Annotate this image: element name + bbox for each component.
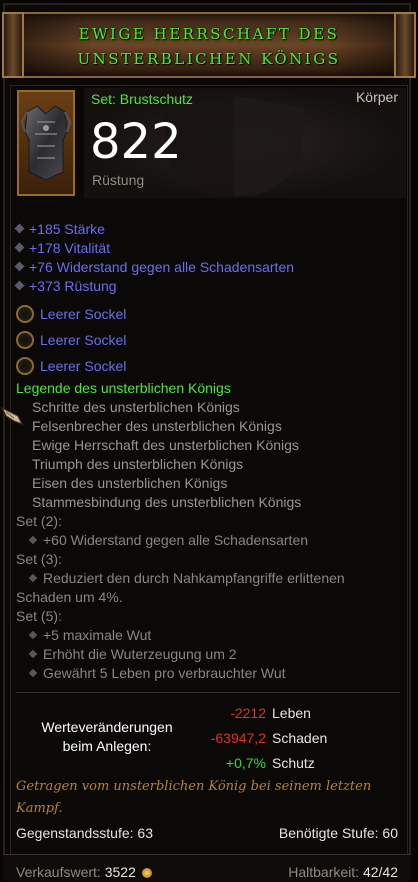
socket-icon	[16, 305, 34, 323]
stat-text: +373 Rüstung	[29, 278, 117, 294]
set-name: Legende des unsterblichen Königs	[16, 380, 231, 396]
set-bonus-text: +5 maximale Wut	[43, 627, 152, 643]
stat-change-name: Schutz	[272, 755, 315, 771]
bullet-icon	[14, 280, 25, 291]
socket-label: Leerer Sockel	[40, 306, 127, 322]
set-bonus-line: +5 maximale Wut	[28, 627, 152, 643]
gauntlet-cursor-icon	[0, 406, 24, 426]
set-item: Felsenbrecher des unsterblichen Königs	[32, 418, 282, 434]
stat-text: +185 Stärke	[29, 221, 105, 237]
stat-change-label-line-1: Werteveränderungen	[41, 719, 173, 735]
item-icon-slot[interactable]	[17, 90, 75, 196]
empty-socket: Leerer Sockel	[16, 331, 126, 349]
stat-line: +76 Widerstand gegen alle Schadensarten	[14, 259, 295, 275]
bullet-icon	[28, 668, 38, 678]
bullet-icon	[28, 535, 38, 545]
sell-value: Verkaufswert: 3522	[16, 864, 152, 880]
set-bonus-2-label: Set (2):	[16, 513, 62, 529]
set-item: Schritte des unsterblichen Königs	[32, 399, 240, 415]
armor-label: Rüstung	[92, 172, 145, 188]
set-bonus-text: +60 Widerstand gegen alle Schadensarten	[43, 532, 309, 548]
set-bonus-text: Erhöht die Wuterzeugung um 2	[43, 646, 237, 662]
stat-line: +185 Stärke	[14, 221, 105, 237]
item-level: Gegenstandsstufe: 63	[16, 825, 153, 841]
item-title-banner: EWIGE HERRSCHAFT DES UNSTERBLICHEN KÖNIG…	[2, 12, 416, 78]
bullet-icon	[28, 573, 38, 583]
required-level: Benötigte Stufe: 60	[278, 825, 398, 841]
bullet-icon	[14, 242, 25, 253]
durability-value: 42/42	[362, 864, 398, 880]
item-title-line-1: EWIGE HERRSCHAFT DES	[78, 25, 340, 43]
set-item: Ewige Herrschaft des unsterblichen König…	[32, 437, 299, 453]
gold-coin-icon	[141, 868, 152, 878]
stat-line: +178 Vitalität	[14, 240, 111, 256]
item-slot: Körper	[355, 89, 398, 105]
set-bonus-5-label: Set (5):	[16, 608, 62, 624]
stat-change-value: -2212	[230, 705, 266, 721]
socket-label: Leerer Sockel	[40, 358, 127, 374]
item-title-line-2: UNSTERBLICHEN KÖNIGS	[77, 50, 341, 68]
bullet-icon	[14, 223, 25, 234]
set-bonus-line: Reduziert den durch Nahkampfangriffe erl…	[28, 570, 345, 586]
set-bonus-line: Gewährt 5 Leben pro verbrauchter Wut	[28, 665, 286, 681]
socket-icon	[16, 357, 34, 375]
item-type: Set: Brustschutz	[91, 91, 193, 107]
durability: Haltbarkeit: 42/42	[288, 864, 398, 880]
sell-value-label: Verkaufswert:	[16, 864, 101, 880]
bullet-icon	[28, 649, 38, 659]
armor-value: 822	[90, 114, 182, 170]
stat-change-value: -63947,2	[210, 730, 266, 746]
stat-change-label-line-2: beim Anlegen:	[62, 738, 152, 754]
chest-armor-icon	[20, 105, 72, 181]
empty-socket: Leerer Sockel	[16, 305, 126, 323]
divider	[16, 692, 400, 693]
flavor-text: Getragen vom unsterblichen König bei sei…	[16, 779, 372, 816]
set-item: Eisen des unsterblichen Königs	[32, 475, 228, 491]
durability-label: Haltbarkeit:	[288, 864, 360, 880]
set-bonus-text: Gewährt 5 Leben pro verbrauchter Wut	[43, 665, 286, 681]
set-item: Triumph des unsterblichen Königs	[32, 456, 244, 472]
sell-value-amount: 3522	[104, 864, 136, 880]
stat-change-name: Schaden	[272, 730, 328, 746]
set-item: Stammesbindung des unsterblichen Königs	[32, 494, 302, 510]
stat-line: +373 Rüstung	[14, 278, 117, 294]
set-bonus-wrap: Schaden um 4%.	[16, 589, 123, 605]
set-bonus-text: Reduziert den durch Nahkampfangriffe erl…	[43, 570, 345, 586]
socket-label: Leerer Sockel	[40, 332, 127, 348]
stat-change-name: Leben	[272, 705, 311, 721]
bullet-icon	[14, 261, 25, 272]
set-bonus-line: Erhöht die Wuterzeugung um 2	[28, 646, 237, 662]
stat-text: +76 Widerstand gegen alle Schadensarten	[29, 259, 295, 275]
set-bonus-line: +60 Widerstand gegen alle Schadensarten	[28, 532, 309, 548]
set-bonus-3-label: Set (3):	[16, 551, 62, 567]
bullet-icon	[28, 630, 38, 640]
stat-change-label: Werteveränderungen beim Anlegen:	[22, 718, 192, 756]
stat-change-value: +0,7%	[225, 755, 266, 771]
socket-icon	[16, 331, 34, 349]
empty-socket: Leerer Sockel	[16, 357, 126, 375]
stat-text: +178 Vitalität	[29, 240, 111, 256]
